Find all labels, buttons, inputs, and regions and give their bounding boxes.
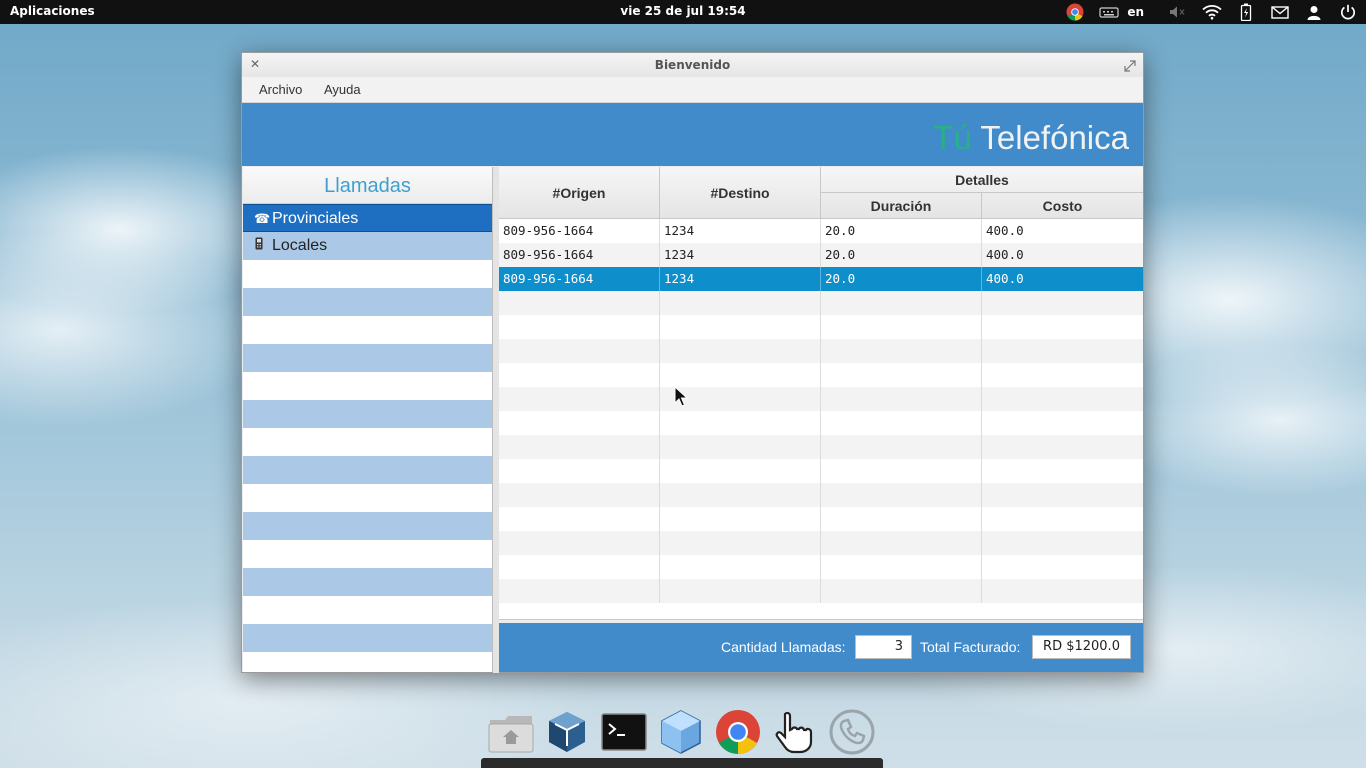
sidebar-empty-row: [243, 316, 492, 344]
sidebar-empty-row: [243, 512, 492, 540]
cell-costo[interactable]: 400.0: [982, 219, 1143, 243]
sidebar-heading: Llamadas: [243, 167, 492, 204]
mobile-phone-icon: [254, 232, 272, 260]
empty-table-row: [499, 459, 1143, 483]
cell-duracion[interactable]: 20.0: [821, 219, 982, 243]
sidebar-empty-row: [243, 428, 492, 456]
sidebar-empty-row: [243, 400, 492, 428]
sidebar-empty-row: [243, 540, 492, 568]
calls-table: #Origen #Destino Detalles Duración Costo…: [499, 167, 1143, 620]
cell-destino[interactable]: 1234: [660, 219, 821, 243]
brand-accent-text: Tú: [933, 119, 972, 156]
sidebar-empty-row: [243, 484, 492, 512]
empty-table-row: [499, 435, 1143, 459]
sidebar-empty-row: [243, 456, 492, 484]
empty-table-row: [499, 339, 1143, 363]
sidebar-empty-row: [243, 652, 492, 672]
user-icon[interactable]: [1304, 2, 1324, 22]
touch-hand-icon[interactable]: [771, 708, 819, 756]
table-body: 809-956-1664 1234 20.0 400.0 809-956-166…: [499, 219, 1143, 603]
empty-table-row: [499, 291, 1143, 315]
cell-destino[interactable]: 1234: [660, 267, 821, 291]
summary-footer: Cantidad Llamadas: 3 Total Facturado: RD…: [499, 623, 1143, 672]
brand-name-text: Telefónica: [980, 119, 1129, 156]
3d-cube-icon[interactable]: [657, 708, 705, 756]
cell-origen[interactable]: 809-956-1664: [499, 219, 660, 243]
empty-table-row: [499, 363, 1143, 387]
volume-muted-icon[interactable]: [1168, 2, 1188, 22]
table-row[interactable]: 809-956-1664 1234 20.0 400.0: [499, 243, 1143, 267]
cell-duracion[interactable]: 20.0: [821, 243, 982, 267]
empty-table-row: [499, 507, 1143, 531]
window-titlebar[interactable]: ✕ Bienvenido: [242, 53, 1143, 77]
keyboard-layout-indicator[interactable]: en: [1127, 2, 1144, 22]
wifi-icon[interactable]: [1202, 2, 1222, 22]
cell-origen[interactable]: 809-956-1664: [499, 267, 660, 291]
empty-table-row: [499, 387, 1143, 411]
sidebar-empty-row: [243, 624, 492, 652]
dock-shelf: [481, 758, 883, 768]
calls-sidebar: Llamadas ☎ Provinciales Locales: [243, 167, 493, 672]
empty-table-row: [499, 555, 1143, 579]
cell-costo[interactable]: 400.0: [982, 243, 1143, 267]
call-count-label: Cantidad Llamadas:: [721, 639, 846, 655]
total-billed-label: Total Facturado:: [920, 639, 1021, 655]
battery-icon[interactable]: [1236, 2, 1256, 22]
phone-icon[interactable]: [828, 708, 876, 756]
empty-table-row: [499, 579, 1143, 603]
empty-table-row: [499, 483, 1143, 507]
column-header-destino[interactable]: #Destino: [660, 167, 821, 219]
column-header-costo[interactable]: Costo: [982, 193, 1143, 219]
column-group-detalles[interactable]: Detalles: [821, 167, 1143, 193]
sidebar-empty-row: [243, 288, 492, 316]
table-header: #Origen #Destino Detalles Duración Costo: [499, 167, 1143, 219]
brand-logo: Tú Telefónica: [933, 119, 1129, 157]
sidebar-item-label: Locales: [272, 237, 328, 254]
system-tray: en: [1051, 2, 1358, 22]
power-icon[interactable]: [1338, 2, 1358, 22]
table-row-selected[interactable]: 809-956-1664 1234 20.0 400.0: [499, 267, 1143, 291]
cell-duracion[interactable]: 20.0: [821, 267, 982, 291]
sidebar-empty-row: [243, 344, 492, 372]
empty-table-row: [499, 411, 1143, 435]
applications-menu[interactable]: Aplicaciones: [10, 4, 95, 18]
sidebar-item-locales[interactable]: Locales: [243, 232, 492, 260]
chrome-icon[interactable]: [1065, 2, 1085, 22]
menu-archivo[interactable]: Archivo: [259, 82, 302, 97]
top-panel: Aplicaciones vie 25 de jul 19:54 en: [0, 0, 1366, 24]
empty-table-row: [499, 315, 1143, 339]
virtualbox-icon[interactable]: [543, 708, 591, 756]
sidebar-empty-row: [243, 596, 492, 624]
empty-table-row: [499, 531, 1143, 555]
call-count-field[interactable]: 3: [855, 635, 912, 659]
column-header-duracion[interactable]: Duración: [821, 193, 982, 219]
chrome-icon[interactable]: [714, 708, 762, 756]
cell-origen[interactable]: 809-956-1664: [499, 243, 660, 267]
sidebar-item-label: Provinciales: [272, 210, 359, 227]
app-window: ✕ Bienvenido Archivo Ayuda Tú Telefónica…: [241, 52, 1144, 673]
sidebar-item-provinciales[interactable]: ☎ Provinciales: [243, 204, 492, 232]
menu-bar: Archivo Ayuda: [242, 77, 1143, 103]
mail-icon[interactable]: [1270, 2, 1290, 22]
cell-destino[interactable]: 1234: [660, 243, 821, 267]
terminal-icon[interactable]: [600, 708, 648, 756]
column-header-origen[interactable]: #Origen: [499, 167, 660, 219]
menu-ayuda[interactable]: Ayuda: [324, 82, 361, 97]
home-folder-icon[interactable]: [487, 708, 535, 756]
mouse-pointer-icon: [674, 385, 689, 412]
brand-banner: Tú Telefónica: [242, 103, 1143, 166]
cell-costo[interactable]: 400.0: [982, 267, 1143, 291]
sidebar-empty-row: [243, 372, 492, 400]
keyboard-icon[interactable]: [1099, 2, 1119, 22]
table-row[interactable]: 809-956-1664 1234 20.0 400.0: [499, 219, 1143, 243]
clock[interactable]: vie 25 de jul 19:54: [620, 4, 745, 18]
sidebar-empty-row: [243, 568, 492, 596]
sidebar-empty-row: [243, 260, 492, 288]
maximize-icon[interactable]: [1124, 57, 1136, 76]
total-billed-field[interactable]: RD $1200.0: [1032, 635, 1131, 659]
telephone-icon: ☎: [254, 211, 271, 226]
window-title: Bienvenido: [654, 58, 731, 72]
